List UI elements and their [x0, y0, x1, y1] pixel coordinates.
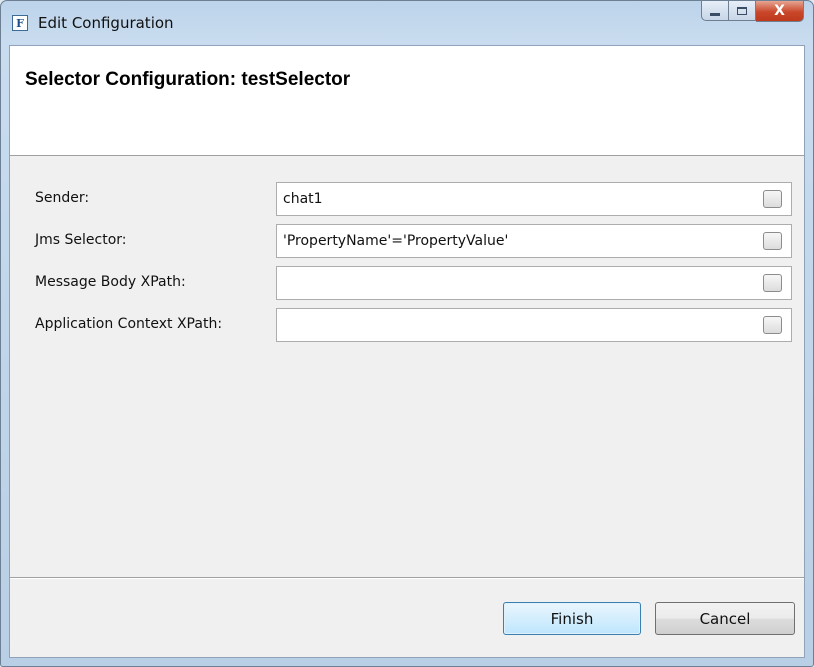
minimize-button[interactable]: [701, 1, 729, 21]
message-body-xpath-input[interactable]: [276, 266, 792, 300]
close-button[interactable]: X: [756, 1, 804, 22]
caption-buttons: X: [701, 1, 804, 23]
page-title: Selector Configuration: testSelector: [25, 69, 351, 90]
form-row-jms-selector: Jms Selector: 'PropertyName'='PropertyVa…: [10, 224, 804, 258]
application-context-xpath-input[interactable]: [276, 308, 792, 342]
application-context-xpath-checkbox[interactable]: [763, 316, 782, 334]
cancel-button[interactable]: Cancel: [655, 602, 795, 635]
maximize-icon: [737, 6, 747, 15]
jms-selector-checkbox[interactable]: [763, 232, 782, 250]
message-body-xpath-checkbox[interactable]: [763, 274, 782, 292]
edit-configuration-window: F Edit Configuration X Selector Configur…: [0, 0, 814, 667]
close-icon: X: [774, 3, 785, 19]
footer-divider-highlight: [10, 578, 804, 579]
minimize-icon: [710, 13, 720, 16]
jms-selector-label: Jms Selector:: [35, 232, 127, 248]
sender-checkbox[interactable]: [763, 190, 782, 208]
sender-label: Sender:: [35, 190, 90, 206]
window-title: Edit Configuration: [38, 14, 174, 32]
sender-input[interactable]: chat1: [276, 182, 792, 216]
title-bar[interactable]: F Edit Configuration X: [1, 1, 813, 45]
form-row-sender: Sender: chat1: [10, 182, 804, 216]
dialog-header: Selector Configuration: testSelector: [10, 46, 804, 156]
app-logo-icon[interactable]: F: [12, 15, 28, 31]
finish-button[interactable]: Finish: [503, 602, 641, 635]
message-body-xpath-label: Message Body XPath:: [35, 274, 186, 290]
form-row-application-context-xpath: Application Context XPath:: [10, 308, 804, 342]
dialog-client-area: Selector Configuration: testSelector Sen…: [9, 45, 805, 658]
form-row-message-body-xpath: Message Body XPath:: [10, 266, 804, 300]
application-context-xpath-label: Application Context XPath:: [35, 316, 223, 332]
jms-selector-input[interactable]: 'PropertyName'='PropertyValue': [276, 224, 792, 258]
maximize-button[interactable]: [729, 1, 756, 21]
